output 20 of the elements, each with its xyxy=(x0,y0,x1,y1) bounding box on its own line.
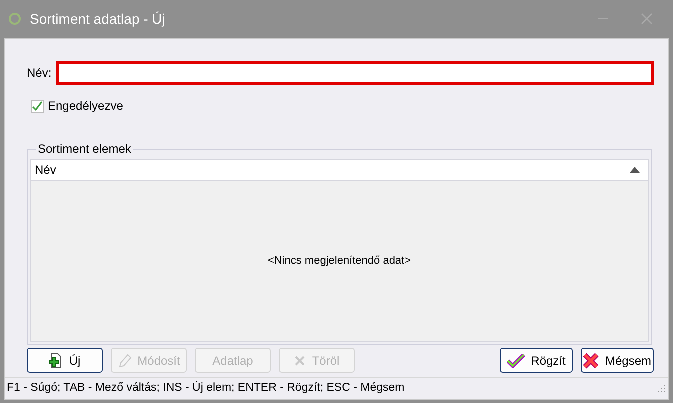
cross-icon xyxy=(583,352,600,368)
group-title: Sortiment elemek xyxy=(36,142,134,156)
checkmark-icon xyxy=(507,354,526,368)
empty-message: <Nincs megjelenítendő adat> xyxy=(268,254,412,269)
name-input-field[interactable] xyxy=(56,61,654,85)
pencil-icon xyxy=(118,352,132,368)
checkbox[interactable] xyxy=(31,100,44,112)
add-document-icon xyxy=(49,352,64,368)
cancel-button[interactable]: Mégsem xyxy=(581,348,654,373)
save-button[interactable]: Rögzít xyxy=(500,348,573,373)
name-label: Név: xyxy=(27,65,52,82)
status-text: F1 - Súgó; TAB - Mező váltás; INS - Új elem; ENTER - Rögzít; ESC - Mégsem xyxy=(7,380,406,396)
cross-icon xyxy=(294,354,306,366)
new-button[interactable]: Új xyxy=(27,348,103,373)
checkbox-label: Engedélyezve xyxy=(48,98,124,115)
checkmark-icon xyxy=(32,100,43,112)
app-icon xyxy=(8,12,22,26)
resize-grip-icon xyxy=(658,384,666,392)
column-header[interactable]: Név xyxy=(30,159,649,181)
window-title: Sortiment adatlap - Új xyxy=(30,10,166,29)
